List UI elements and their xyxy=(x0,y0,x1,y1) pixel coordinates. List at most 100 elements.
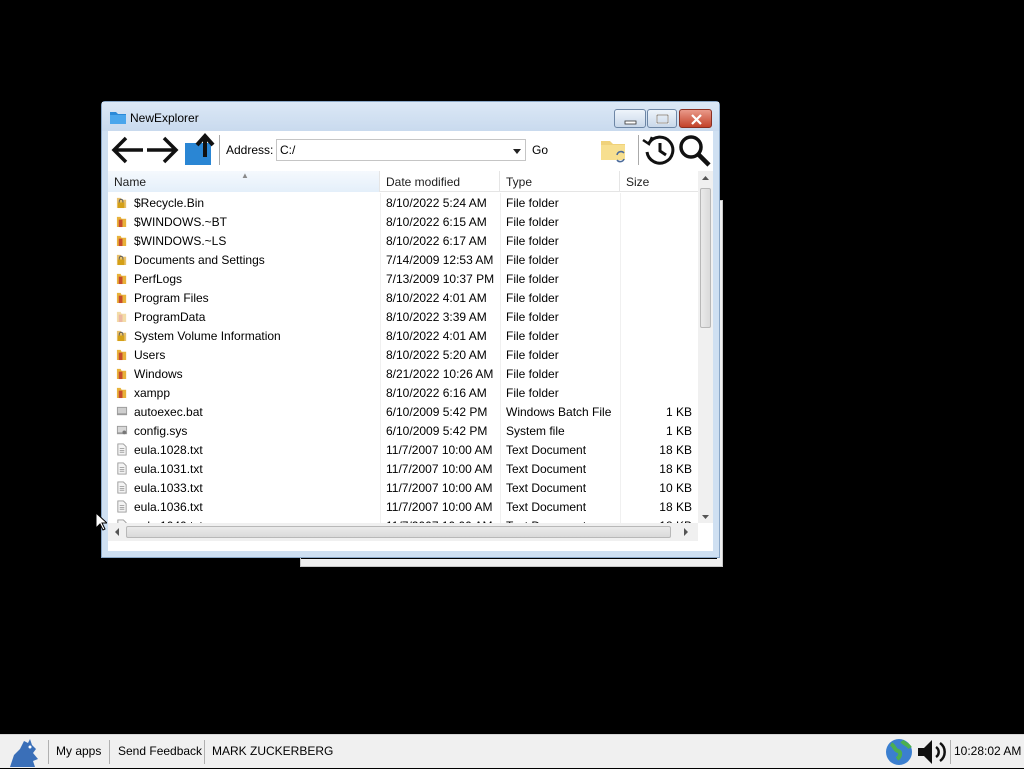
desktop: NewExplorer Address: C:/ Go Name ▲ Date … xyxy=(0,0,1024,734)
taskbar-separator xyxy=(109,740,110,764)
minimize-icon xyxy=(624,120,637,125)
up-folder-icon[interactable] xyxy=(183,133,217,167)
table-row[interactable]: eula.1031.txt 11/7/2007 10:00 AM Text Docu… xyxy=(108,459,698,478)
forward-arrow-icon[interactable] xyxy=(144,134,180,166)
scroll-left-icon[interactable] xyxy=(111,523,123,541)
clock: 10:28:02 AM xyxy=(954,744,1022,758)
table-row[interactable]: Windows 8/21/2022 10:26 AM File folder xyxy=(108,364,698,383)
column-header-name[interactable]: Name ▲ xyxy=(108,171,380,192)
maximize-button[interactable] xyxy=(647,109,677,128)
file-date: 8/21/2022 10:26 AM xyxy=(386,367,494,381)
back-arrow-icon[interactable] xyxy=(110,134,146,166)
file-type: File folder xyxy=(506,367,559,381)
locked-folder-icon xyxy=(116,197,127,209)
file-type: Text Document xyxy=(506,481,587,495)
search-icon[interactable] xyxy=(678,134,712,168)
address-value: C:/ xyxy=(280,143,296,157)
table-row[interactable]: $WINDOWS.~BT 8/10/2022 6:15 AM File folder xyxy=(108,212,698,231)
file-date: 11/7/2007 10:00 AM xyxy=(386,462,493,476)
file-date: 8/10/2022 5:24 AM xyxy=(386,196,487,210)
scroll-right-icon[interactable] xyxy=(680,523,692,541)
column-header-size[interactable]: Size xyxy=(620,171,698,192)
table-row[interactable]: Users 8/10/2022 5:20 AM File folder xyxy=(108,345,698,364)
close-button[interactable] xyxy=(679,109,712,128)
send-feedback-button[interactable]: Send Feedback xyxy=(118,744,202,758)
file-type: File folder xyxy=(506,310,559,324)
file-size: 10 KB xyxy=(659,481,692,495)
file-date: 8/10/2022 3:39 AM xyxy=(386,310,487,324)
refresh-folder-icon[interactable] xyxy=(600,137,630,165)
folder-icon xyxy=(116,349,127,361)
scroll-up-icon[interactable] xyxy=(698,172,713,184)
table-row[interactable]: eula.1036.txt 11/7/2007 10:00 AM Text Docu… xyxy=(108,497,698,516)
file-type: Text Document xyxy=(506,500,587,514)
table-row[interactable]: autoexec.bat 6/10/2009 5:42 PM Windows Bat… xyxy=(108,402,698,421)
table-row[interactable]: eula.1028.txt 11/7/2007 10:00 AM Text Docu… xyxy=(108,440,698,459)
address-input[interactable]: C:/ xyxy=(276,139,526,161)
file-name: eula.1036.txt xyxy=(134,500,203,514)
my-apps-button[interactable]: My apps xyxy=(56,744,101,758)
file-name: Users xyxy=(134,348,166,362)
horizontal-scroll-thumb[interactable] xyxy=(126,526,671,538)
table-row[interactable]: eula.1033.txt 11/7/2007 10:00 AM Text Docu… xyxy=(108,478,698,497)
file-date: 8/10/2022 6:17 AM xyxy=(386,234,487,248)
file-date: 11/7/2007 10:00 AM xyxy=(386,481,493,495)
user-name-label[interactable]: MARK ZUCKERBERG xyxy=(212,744,333,758)
volume-icon[interactable] xyxy=(916,738,950,766)
taskbar: My apps Send Feedback MARK ZUCKERBERG 10… xyxy=(0,734,1024,768)
folder-icon xyxy=(116,216,127,228)
column-header-date[interactable]: Date modified xyxy=(380,171,500,192)
folder-icon xyxy=(110,112,126,124)
file-size: 18 KB xyxy=(659,500,692,514)
file-date: 7/13/2009 10:37 PM xyxy=(386,272,495,286)
text-file-icon xyxy=(117,500,127,513)
file-date: 6/10/2009 5:42 PM xyxy=(386,424,488,438)
file-date: 8/10/2022 5:20 AM xyxy=(386,348,487,362)
table-row[interactable]: Program Files 8/10/2022 4:01 AM File folde… xyxy=(108,288,698,307)
file-size: 18 KB xyxy=(659,462,692,476)
file-type: File folder xyxy=(506,329,559,343)
file-name: $WINDOWS.~BT xyxy=(134,215,228,229)
table-row[interactable]: Documents and Settings 7/14/2009 12:53 AM… xyxy=(108,250,698,269)
table-row[interactable]: xampp 8/10/2022 6:16 AM File folder xyxy=(108,383,698,402)
minimize-button[interactable] xyxy=(614,109,646,128)
taskbar-separator xyxy=(48,740,49,764)
vertical-scroll-thumb[interactable] xyxy=(700,188,711,328)
file-type: File folder xyxy=(506,215,559,229)
folder-icon xyxy=(116,235,127,247)
table-row[interactable]: config.sys 6/10/2009 5:42 PM System file 1 … xyxy=(108,421,698,440)
title-bar[interactable]: NewExplorer xyxy=(102,102,719,131)
faded-folder-icon xyxy=(116,311,127,323)
window-client: Address: C:/ Go Name ▲ Date modified Typ… xyxy=(108,131,713,551)
table-row[interactable]: ProgramData 8/10/2022 3:39 AM File folder xyxy=(108,307,698,326)
globe-icon[interactable] xyxy=(884,738,914,766)
file-name: eula.1033.txt xyxy=(134,481,203,495)
file-name: eula.1028.txt xyxy=(134,443,203,457)
file-type: File folder xyxy=(506,348,559,362)
table-row[interactable]: System Volume Information 8/10/2022 4:01 … xyxy=(108,326,698,345)
file-type: File folder xyxy=(506,196,559,210)
file-name: eula.1031.txt xyxy=(134,462,203,476)
dropdown-arrow-icon[interactable] xyxy=(513,149,521,154)
list-header: Name ▲ Date modified Type Size xyxy=(108,171,698,192)
address-label: Address: xyxy=(226,143,274,157)
file-date: 8/10/2022 4:01 AM xyxy=(386,291,487,305)
file-type: Text Document xyxy=(506,443,587,457)
table-row[interactable]: $WINDOWS.~LS 8/10/2022 6:17 AM File folder xyxy=(108,231,698,250)
text-file-icon xyxy=(117,443,127,456)
column-header-type[interactable]: Type xyxy=(500,171,620,192)
start-logo-icon[interactable] xyxy=(4,737,44,769)
history-icon[interactable] xyxy=(641,134,675,166)
vertical-scrollbar[interactable] xyxy=(698,171,713,523)
file-date: 8/10/2022 4:01 AM xyxy=(386,329,487,343)
file-type: File folder xyxy=(506,234,559,248)
file-name: ProgramData xyxy=(134,310,206,324)
table-row[interactable]: $Recycle.Bin 8/10/2022 5:24 AM File folder xyxy=(108,193,698,212)
file-type: Text Document xyxy=(506,462,587,476)
go-button[interactable]: Go xyxy=(532,143,548,157)
batch-file-icon xyxy=(116,406,128,416)
horizontal-scrollbar[interactable] xyxy=(108,523,698,541)
table-row[interactable]: PerfLogs 7/13/2009 10:37 PM File folder xyxy=(108,269,698,288)
scroll-down-icon[interactable] xyxy=(698,511,713,523)
file-type: System file xyxy=(506,424,565,438)
